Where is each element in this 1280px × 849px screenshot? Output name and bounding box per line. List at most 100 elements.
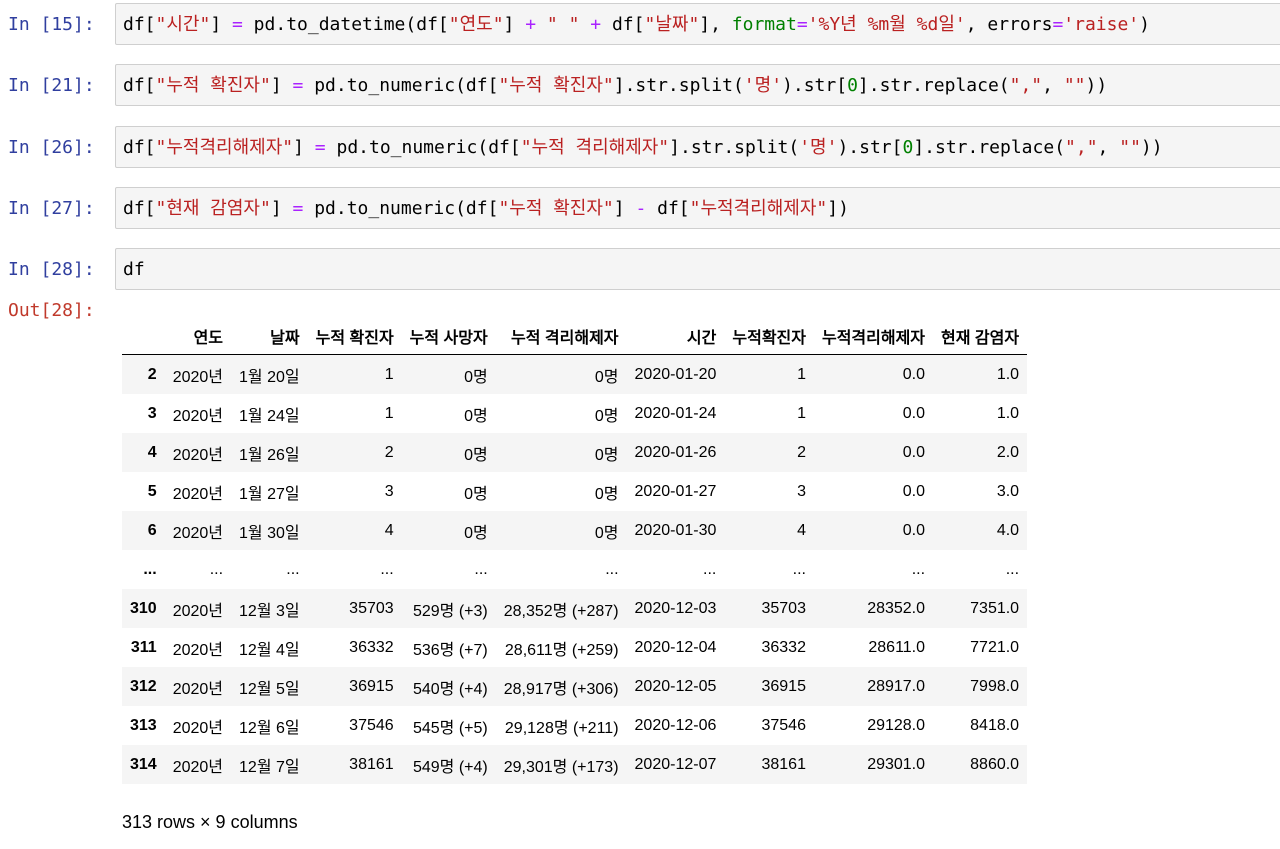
table-cell: 36332 — [349, 638, 394, 656]
table-row: 314 2020년 12월 7일 38161 549명 (+4) 29,301명 (+17… — [122, 745, 1028, 784]
code-token: ]) — [827, 198, 849, 219]
code-token: 0 — [847, 75, 858, 96]
row-index: 5 — [147, 482, 157, 500]
table-cell: 540명 (+4) — [412, 680, 488, 698]
row-index: 313 — [130, 716, 157, 734]
code-token: pd.to_numeric(df[ — [325, 137, 521, 158]
table-cell: 0.0 — [902, 365, 926, 383]
table-cell: 0명 — [594, 368, 619, 386]
table-cell: 0명 — [594, 485, 619, 503]
table-cell: 28611.0 — [868, 638, 926, 656]
table-cell: 0.0 — [902, 521, 926, 539]
code-text: df["시간"] = pd.to_datetime(df["연도"] + " "… — [123, 14, 1150, 36]
table-cell: 3 — [384, 482, 394, 500]
table-cell: 2 — [797, 443, 806, 461]
table-cell: 7998.0 — [970, 677, 1020, 695]
table-cell: 529명 (+3) — [412, 602, 488, 620]
column-header: 현재 감염자 — [933, 318, 1028, 355]
table-cell: 4.0 — [996, 521, 1020, 539]
table-cell: 2020년 — [172, 407, 224, 425]
row-index: 312 — [130, 677, 157, 695]
code-token: ] — [210, 14, 232, 35]
table-cell: 2020년 — [172, 524, 224, 542]
code-token: , — [1042, 75, 1064, 96]
code-token: " " — [546, 14, 580, 35]
table-cell: 7721.0 — [970, 638, 1020, 656]
table-cell: ... — [605, 560, 619, 578]
table-cell: 549명 (+4) — [412, 758, 488, 776]
table-cell: 2.0 — [996, 443, 1020, 461]
code-editor[interactable]: df["시간"] = pd.to_datetime(df["연도"] + " "… — [115, 3, 1280, 45]
table-cell: 29301.0 — [867, 755, 926, 773]
code-token: ] — [293, 137, 315, 158]
table-cell: 2 — [384, 443, 394, 461]
table-body: 2 2020년 1월 20일 1 0명 0명 2020-01-20 1 0.0 1.0 3 2020년… — [122, 354, 1028, 784]
table-cell: ... — [209, 560, 224, 578]
table-cell: 4 — [384, 521, 394, 539]
table-row: 313 2020년 12월 6일 37546 545명 (+5) 29,128명 (+21… — [122, 706, 1027, 745]
code-token: = — [232, 14, 243, 35]
code-token: ] — [270, 75, 293, 96]
table-cell: 1 — [384, 404, 394, 422]
table-cell: 36915 — [349, 677, 394, 695]
row-index: 4 — [147, 443, 157, 461]
code-token: "누적 확진자" — [498, 198, 614, 219]
code-token: pd.to_numeric(df[ — [303, 198, 499, 219]
code-token: "누적 확진자" — [498, 75, 614, 96]
code-token: "현재 감염자" — [155, 198, 271, 219]
code-token: ], — [699, 14, 732, 35]
code-token: ).str[ — [837, 137, 903, 158]
table-cell: ... — [380, 560, 394, 578]
code-token: 'raise' — [1063, 14, 1140, 35]
table-cell: 0명 — [464, 407, 488, 425]
table-cell: 1.0 — [996, 404, 1020, 422]
code-token: "," — [1065, 137, 1098, 158]
code-editor[interactable]: df["현재 감염자"] = pd.to_numeric(df["누적 확진자"… — [115, 187, 1280, 229]
table-cell: 2020-12-06 — [634, 716, 717, 734]
code-token: - — [635, 198, 647, 219]
code-token: ].str.split( — [613, 75, 744, 96]
code-editor[interactable]: df["누적격리해제자"] = pd.to_numeric(df["누적 격리해… — [115, 126, 1280, 168]
table-cell: 2020-01-30 — [634, 521, 717, 539]
input-prompt: In [28]: — [8, 259, 95, 280]
code-text: df["현재 감염자"] = pd.to_numeric(df["누적 확진자"… — [123, 198, 849, 220]
table-cell: 1 — [797, 404, 806, 422]
table-cell: 12월 7일 — [239, 758, 300, 776]
code-token: format — [731, 14, 797, 35]
table-cell: 536명 (+7) — [412, 641, 488, 659]
table-cell: 0.0 — [902, 482, 926, 500]
table-cell: 2020-01-24 — [634, 404, 717, 422]
table-cell: 2020년 — [172, 758, 224, 776]
table-cell: ... — [703, 560, 717, 578]
column-header: 누적격리해제자 — [813, 318, 934, 355]
table-header-row: 연도 날짜 누적 확진자 누적 사망자 누적 격리해제자 시간 누적확진자 누적격리해제자 현재… — [122, 318, 1028, 355]
table-cell: 2020-01-27 — [634, 482, 717, 500]
code-token: '명' — [799, 137, 838, 158]
column-header: 누적 격리해제자 — [495, 318, 627, 355]
code-token: df[ — [123, 75, 156, 96]
table-cell: 1월 27일 — [239, 485, 300, 503]
row-index: 311 — [130, 638, 157, 656]
table-cell: 2020-01-20 — [634, 365, 717, 383]
code-editor[interactable]: df["누적 확진자"] = pd.to_numeric(df["누적 확진자"… — [115, 64, 1280, 106]
table-cell: ... — [911, 560, 926, 578]
table-cell: 28917.0 — [867, 677, 926, 695]
code-token: = — [292, 75, 304, 96]
table-cell: 2020년 — [172, 641, 224, 659]
table-cell: ... — [792, 560, 806, 578]
code-editor[interactable]: df — [115, 248, 1280, 290]
code-token: + — [590, 14, 602, 35]
table-row: 2 2020년 1월 20일 1 0명 0명 2020-01-20 1 0.0 1.0 — [122, 354, 1028, 394]
table-cell: 1 — [384, 365, 394, 383]
column-header: 시간 — [626, 318, 725, 355]
code-token: = — [292, 198, 304, 219]
table-cell: 2020-12-03 — [634, 599, 717, 617]
code-token: ).str[ — [782, 75, 848, 96]
table-cell: 7351.0 — [970, 599, 1020, 617]
code-token: ) — [1139, 14, 1150, 35]
table-cell: 8418.0 — [970, 716, 1020, 734]
column-header: 연도 — [164, 318, 232, 355]
input-prompt: In [27]: — [8, 198, 95, 219]
code-text: df["누적 확진자"] = pd.to_numeric(df["누적 확진자"… — [123, 75, 1107, 97]
